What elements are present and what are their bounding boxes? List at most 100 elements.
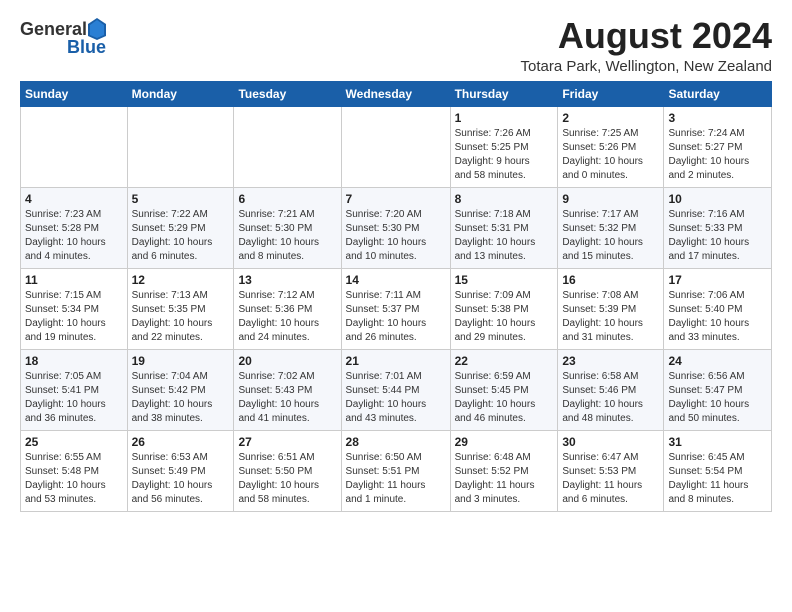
calendar-cell: 10 Sunrise: 7:16 AM Sunset: 5:33 PM Dayli… [664,187,772,268]
calendar-day-header: Saturday [664,81,772,106]
day-number: 29 [455,435,554,449]
day-number: 30 [562,435,659,449]
calendar-cell: 12 Sunrise: 7:13 AM Sunset: 5:35 PM Dayli… [127,268,234,349]
calendar-cell: 8 Sunrise: 7:18 AM Sunset: 5:31 PM Daylig… [450,187,558,268]
day-number: 4 [25,192,123,206]
day-number: 12 [132,273,230,287]
calendar-day-header: Monday [127,81,234,106]
calendar-cell: 1 Sunrise: 7:26 AM Sunset: 5:25 PM Daylig… [450,106,558,187]
day-number: 2 [562,111,659,125]
calendar-week-row: 18Sunrise: 7:05 AM Sunset: 5:41 PM Dayli… [21,349,772,430]
day-number: 20 [238,354,336,368]
day-info: Sunrise: 7:13 AM Sunset: 5:35 PM Dayligh… [132,289,230,345]
day-info: Sunrise: 6:50 AM Sunset: 5:51 PM Dayligh… [346,451,446,507]
calendar-cell: 16 Sunrise: 7:08 AM Sunset: 5:39 PM Dayli… [558,268,664,349]
calendar-week-row: 11Sunrise: 7:15 AM Sunset: 5:34 PM Dayli… [21,268,772,349]
calendar-cell: 3 Sunrise: 7:24 AM Sunset: 5:27 PM Daylig… [664,106,772,187]
logo: General Blue [20,20,106,58]
day-info: Sunrise: 7:11 AM Sunset: 5:37 PM Dayligh… [346,289,446,345]
calendar-cell: 29 Sunrise: 6:48 AM Sunset: 5:52 PM Dayli… [450,430,558,511]
calendar-cell: 27 Sunrise: 6:51 AM Sunset: 5:50 PM Dayli… [234,430,341,511]
day-number: 25 [25,435,123,449]
day-number: 27 [238,435,336,449]
calendar-day-header: Tuesday [234,81,341,106]
day-info: Sunrise: 6:51 AM Sunset: 5:50 PM Dayligh… [238,451,336,507]
calendar-cell: 6 Sunrise: 7:21 AM Sunset: 5:30 PM Daylig… [234,187,341,268]
calendar-cell [127,106,234,187]
day-info: Sunrise: 7:23 AM Sunset: 5:28 PM Dayligh… [25,208,123,264]
day-info: Sunrise: 7:02 AM Sunset: 5:43 PM Dayligh… [238,370,336,426]
calendar-cell: 17 Sunrise: 7:06 AM Sunset: 5:40 PM Dayli… [664,268,772,349]
day-number: 23 [562,354,659,368]
day-number: 3 [668,111,767,125]
day-number: 28 [346,435,446,449]
day-info: Sunrise: 7:21 AM Sunset: 5:30 PM Dayligh… [238,208,336,264]
day-info: Sunrise: 6:56 AM Sunset: 5:47 PM Dayligh… [668,370,767,426]
day-number: 8 [455,192,554,206]
day-info: Sunrise: 7:20 AM Sunset: 5:30 PM Dayligh… [346,208,446,264]
calendar-table: SundayMondayTuesdayWednesdayThursdayFrid… [20,81,772,512]
day-info: Sunrise: 6:53 AM Sunset: 5:49 PM Dayligh… [132,451,230,507]
day-info: Sunrise: 6:47 AM Sunset: 5:53 PM Dayligh… [562,451,659,507]
day-number: 19 [132,354,230,368]
page-container: General Blue August 2024 Totara Park, We… [0,0,792,522]
day-info: Sunrise: 7:01 AM Sunset: 5:44 PM Dayligh… [346,370,446,426]
calendar-cell [341,106,450,187]
calendar-cell: 19Sunrise: 7:04 AM Sunset: 5:42 PM Dayli… [127,349,234,430]
day-number: 21 [346,354,446,368]
day-info: Sunrise: 7:24 AM Sunset: 5:27 PM Dayligh… [668,127,767,183]
logo-blue-text: Blue [67,38,106,58]
calendar-cell: 20 Sunrise: 7:02 AM Sunset: 5:43 PM Dayli… [234,349,341,430]
calendar-day-header: Wednesday [341,81,450,106]
day-info: Sunrise: 6:45 AM Sunset: 5:54 PM Dayligh… [668,451,767,507]
calendar-week-row: 25Sunrise: 6:55 AM Sunset: 5:48 PM Dayli… [21,430,772,511]
day-number: 10 [668,192,767,206]
calendar-cell [234,106,341,187]
day-number: 5 [132,192,230,206]
month-title: August 2024 [520,16,772,56]
calendar-cell: 22 Sunrise: 6:59 AM Sunset: 5:45 PM Dayli… [450,349,558,430]
calendar-cell: 9 Sunrise: 7:17 AM Sunset: 5:32 PM Daylig… [558,187,664,268]
location: Totara Park, Wellington, New Zealand [520,58,772,75]
day-number: 1 [455,111,554,125]
calendar-cell: 13 Sunrise: 7:12 AM Sunset: 5:36 PM Dayli… [234,268,341,349]
day-info: Sunrise: 7:17 AM Sunset: 5:32 PM Dayligh… [562,208,659,264]
calendar-cell: 23 Sunrise: 6:58 AM Sunset: 5:46 PM Dayli… [558,349,664,430]
calendar-cell: 31Sunrise: 6:45 AM Sunset: 5:54 PM Dayli… [664,430,772,511]
calendar-cell: 26 Sunrise: 6:53 AM Sunset: 5:49 PM Dayli… [127,430,234,511]
calendar-cell: 30 Sunrise: 6:47 AM Sunset: 5:53 PM Dayli… [558,430,664,511]
day-info: Sunrise: 7:16 AM Sunset: 5:33 PM Dayligh… [668,208,767,264]
day-info: Sunrise: 7:08 AM Sunset: 5:39 PM Dayligh… [562,289,659,345]
calendar-day-header: Thursday [450,81,558,106]
day-info: Sunrise: 7:18 AM Sunset: 5:31 PM Dayligh… [455,208,554,264]
calendar-cell: 24 Sunrise: 6:56 AM Sunset: 5:47 PM Dayli… [664,349,772,430]
day-number: 15 [455,273,554,287]
day-number: 26 [132,435,230,449]
day-number: 9 [562,192,659,206]
day-info: Sunrise: 7:06 AM Sunset: 5:40 PM Dayligh… [668,289,767,345]
calendar-week-row: 4 Sunrise: 7:23 AM Sunset: 5:28 PM Daylig… [21,187,772,268]
calendar-day-header: Sunday [21,81,128,106]
title-block: August 2024 Totara Park, Wellington, New… [520,16,772,75]
header: General Blue August 2024 Totara Park, We… [20,16,772,75]
day-number: 11 [25,273,123,287]
day-info: Sunrise: 6:48 AM Sunset: 5:52 PM Dayligh… [455,451,554,507]
day-info: Sunrise: 6:58 AM Sunset: 5:46 PM Dayligh… [562,370,659,426]
day-info: Sunrise: 7:12 AM Sunset: 5:36 PM Dayligh… [238,289,336,345]
calendar-cell: 7Sunrise: 7:20 AM Sunset: 5:30 PM Daylig… [341,187,450,268]
day-info: Sunrise: 6:59 AM Sunset: 5:45 PM Dayligh… [455,370,554,426]
day-info: Sunrise: 7:26 AM Sunset: 5:25 PM Dayligh… [455,127,554,183]
calendar-cell: 14Sunrise: 7:11 AM Sunset: 5:37 PM Dayli… [341,268,450,349]
day-number: 24 [668,354,767,368]
day-number: 22 [455,354,554,368]
day-info: Sunrise: 7:25 AM Sunset: 5:26 PM Dayligh… [562,127,659,183]
calendar-cell [21,106,128,187]
day-number: 13 [238,273,336,287]
day-number: 16 [562,273,659,287]
calendar-cell: 15 Sunrise: 7:09 AM Sunset: 5:38 PM Dayli… [450,268,558,349]
day-number: 17 [668,273,767,287]
day-number: 18 [25,354,123,368]
day-number: 6 [238,192,336,206]
calendar-cell: 2 Sunrise: 7:25 AM Sunset: 5:26 PM Daylig… [558,106,664,187]
day-info: Sunrise: 7:09 AM Sunset: 5:38 PM Dayligh… [455,289,554,345]
